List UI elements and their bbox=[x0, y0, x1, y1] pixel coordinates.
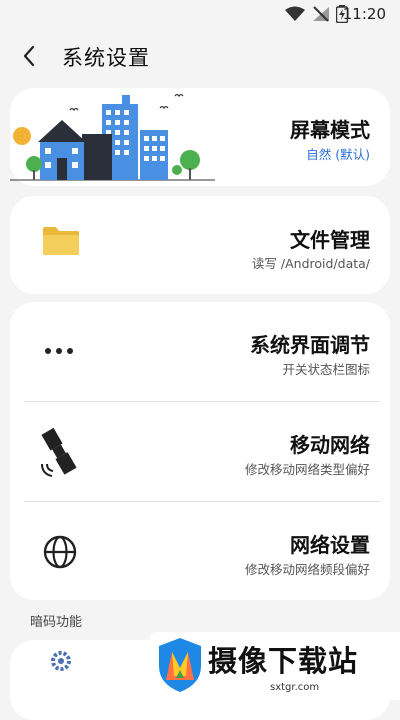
status-time: 11:20 bbox=[342, 5, 386, 23]
section-label: 暗码功能 bbox=[30, 615, 83, 630]
page-title: 系统设置 bbox=[62, 46, 150, 70]
gear-icon bbox=[51, 651, 71, 671]
watermark: 摄像下载站 sxtgr.com bbox=[150, 632, 400, 700]
globe-icon bbox=[43, 535, 77, 569]
network-settings-title: 网络设置 bbox=[290, 533, 370, 557]
signal-icon bbox=[313, 6, 329, 22]
mobile-network-subtitle: 修改移动网络类型偏好 bbox=[244, 462, 370, 477]
folder-icon bbox=[43, 227, 79, 255]
screen-mode-title: 屏幕模式 bbox=[290, 118, 370, 142]
app-header: 系统设置 bbox=[0, 34, 400, 80]
system-ui-subtitle: 开关状态栏图标 bbox=[282, 362, 370, 377]
city-illustration-icon bbox=[10, 93, 215, 181]
system-ui-item[interactable]: 系统界面调节 开关状态栏图标 bbox=[10, 302, 390, 400]
watermark-url: sxtgr.com bbox=[270, 682, 320, 693]
network-settings-subtitle: 修改移动网络频段偏好 bbox=[244, 562, 370, 577]
screen-mode-value: 自然 (默认) bbox=[306, 147, 370, 162]
system-ui-title: 系统界面调节 bbox=[250, 333, 370, 357]
watermark-text: 摄像下载站 bbox=[208, 644, 359, 678]
file-management-title: 文件管理 bbox=[290, 228, 370, 252]
settings-group: 系统界面调节 开关状态栏图标 移动网络 修改移动网络类型偏好 网络设置 修改移动… bbox=[10, 302, 390, 600]
mobile-network-title: 移动网络 bbox=[290, 433, 370, 457]
back-arrow-icon[interactable] bbox=[18, 44, 42, 68]
status-bar: 11:20 bbox=[0, 0, 400, 28]
mobile-network-item[interactable]: 移动网络 修改移动网络类型偏好 bbox=[10, 402, 390, 500]
more-dots-icon bbox=[45, 348, 73, 354]
network-settings-item[interactable]: 网络设置 修改移动网络频段偏好 bbox=[10, 502, 390, 600]
screen-mode-item[interactable]: 屏幕模式 自然 (默认) bbox=[10, 88, 390, 186]
watermark-logo-icon bbox=[159, 638, 201, 692]
satellite-icon bbox=[41, 427, 77, 477]
wifi-icon bbox=[285, 6, 305, 21]
file-management-item[interactable]: 文件管理 读写 /Android/data/ bbox=[10, 196, 390, 294]
file-management-path: 读写 /Android/data/ bbox=[251, 256, 370, 271]
